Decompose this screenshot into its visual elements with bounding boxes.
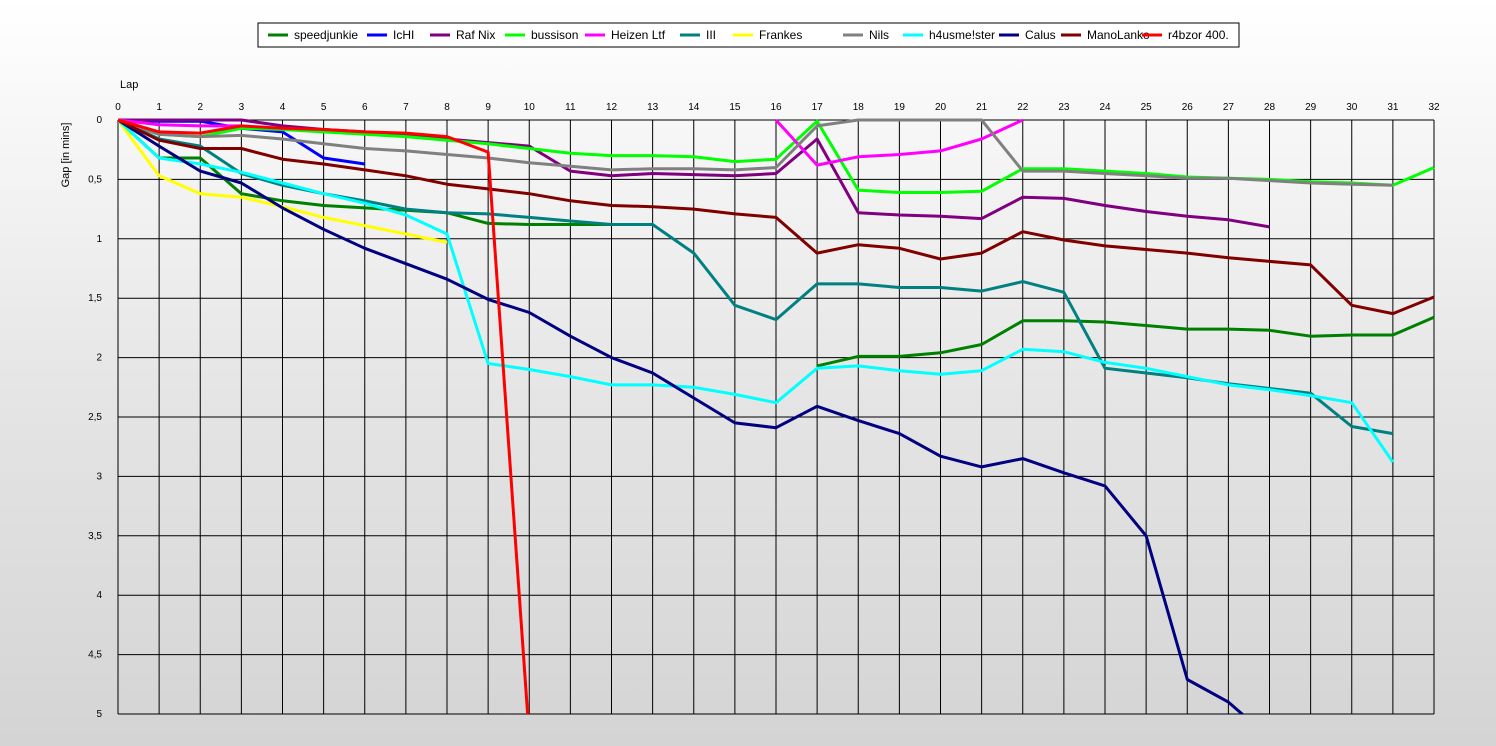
x-tick-label: 10	[524, 102, 536, 113]
x-tick-label: 0	[115, 102, 121, 113]
legend-label: Raf Nix	[456, 28, 495, 42]
x-tick-label: 28	[1264, 102, 1276, 113]
y-tick-label: 4	[96, 590, 102, 601]
y-tick-label: 1	[96, 234, 102, 245]
x-tick-label: 21	[976, 102, 988, 113]
y-tick-label: 4,5	[88, 650, 102, 661]
x-tick-label: 18	[853, 102, 865, 113]
legend-label: IcHI	[393, 28, 414, 42]
x-axis-title: Lap	[120, 79, 138, 91]
x-tick-label: 17	[812, 102, 824, 113]
x-tick-label: 14	[688, 102, 700, 113]
series-line	[118, 118, 1394, 436]
x-tick-label: 13	[647, 102, 659, 113]
series-line	[118, 118, 1395, 463]
y-tick-label: 3,5	[88, 531, 102, 542]
series-line	[816, 315, 1435, 368]
x-tick-label: 15	[729, 102, 741, 113]
x-tick-label: 6	[362, 102, 368, 113]
legend-label: r4bzor 400.	[1168, 28, 1229, 42]
legend-label: Frankes	[759, 28, 802, 42]
legend-label: III	[706, 28, 716, 42]
series-h4usme-ster	[118, 118, 1395, 463]
x-tick-label: 5	[321, 102, 327, 113]
y-tick-label: 0,5	[88, 174, 102, 185]
legend-label: speedjunkie	[294, 28, 358, 42]
x-tick-label: 3	[239, 102, 245, 113]
line-chart: speedjunkie IcHI Raf Nix bussison Heizen Ltf…	[60, 22, 1440, 720]
y-axis-title: Gap [in mins]	[60, 123, 72, 188]
x-tick-label: 25	[1141, 102, 1153, 113]
x-tick-label: 9	[485, 102, 491, 113]
legend-label: h4usme!ster	[929, 28, 995, 42]
legend-label: ManoLanko	[1087, 28, 1150, 42]
x-tick-label: 20	[935, 102, 947, 113]
x-tick-label: 8	[444, 102, 450, 113]
x-tick-label: 19	[894, 102, 906, 113]
x-tick-label: 23	[1058, 102, 1070, 113]
y-tick-label: 1,5	[88, 293, 102, 304]
x-tick-label: 7	[403, 102, 409, 113]
x-tick-label: 31	[1387, 102, 1399, 113]
x-tick-label: 26	[1182, 102, 1194, 113]
legend-label: Nils	[869, 28, 889, 42]
x-tick-label: 16	[770, 102, 782, 113]
x-tick-label: 24	[1099, 102, 1111, 113]
x-tick-label: 11	[565, 102, 576, 113]
y-tick-label: 2	[96, 353, 102, 364]
series-iii	[118, 118, 1394, 436]
legend-label: Heizen Ltf	[611, 28, 666, 42]
y-tick-label: 2,5	[88, 412, 102, 423]
legend-label: Calus	[1025, 28, 1056, 42]
x-tick-label: 29	[1305, 102, 1317, 113]
x-tick-label: 4	[280, 102, 286, 113]
y-tick-label: 0	[96, 115, 102, 126]
y-tick-label: 5	[96, 709, 102, 720]
x-tick-label: 32	[1428, 102, 1440, 113]
y-tick-label: 3	[96, 471, 102, 482]
x-tick-label: 1	[156, 102, 162, 113]
x-tick-label: 30	[1346, 102, 1358, 113]
x-tick-label: 12	[606, 102, 618, 113]
legend: speedjunkie IcHI Raf Nix bussison Heizen Ltf…	[257, 22, 1240, 48]
grid	[117, 119, 1435, 715]
legend-label: bussison	[531, 28, 578, 42]
x-tick-label: 22	[1017, 102, 1029, 113]
x-tick-label: 27	[1223, 102, 1235, 113]
x-tick-label: 2	[197, 102, 203, 113]
